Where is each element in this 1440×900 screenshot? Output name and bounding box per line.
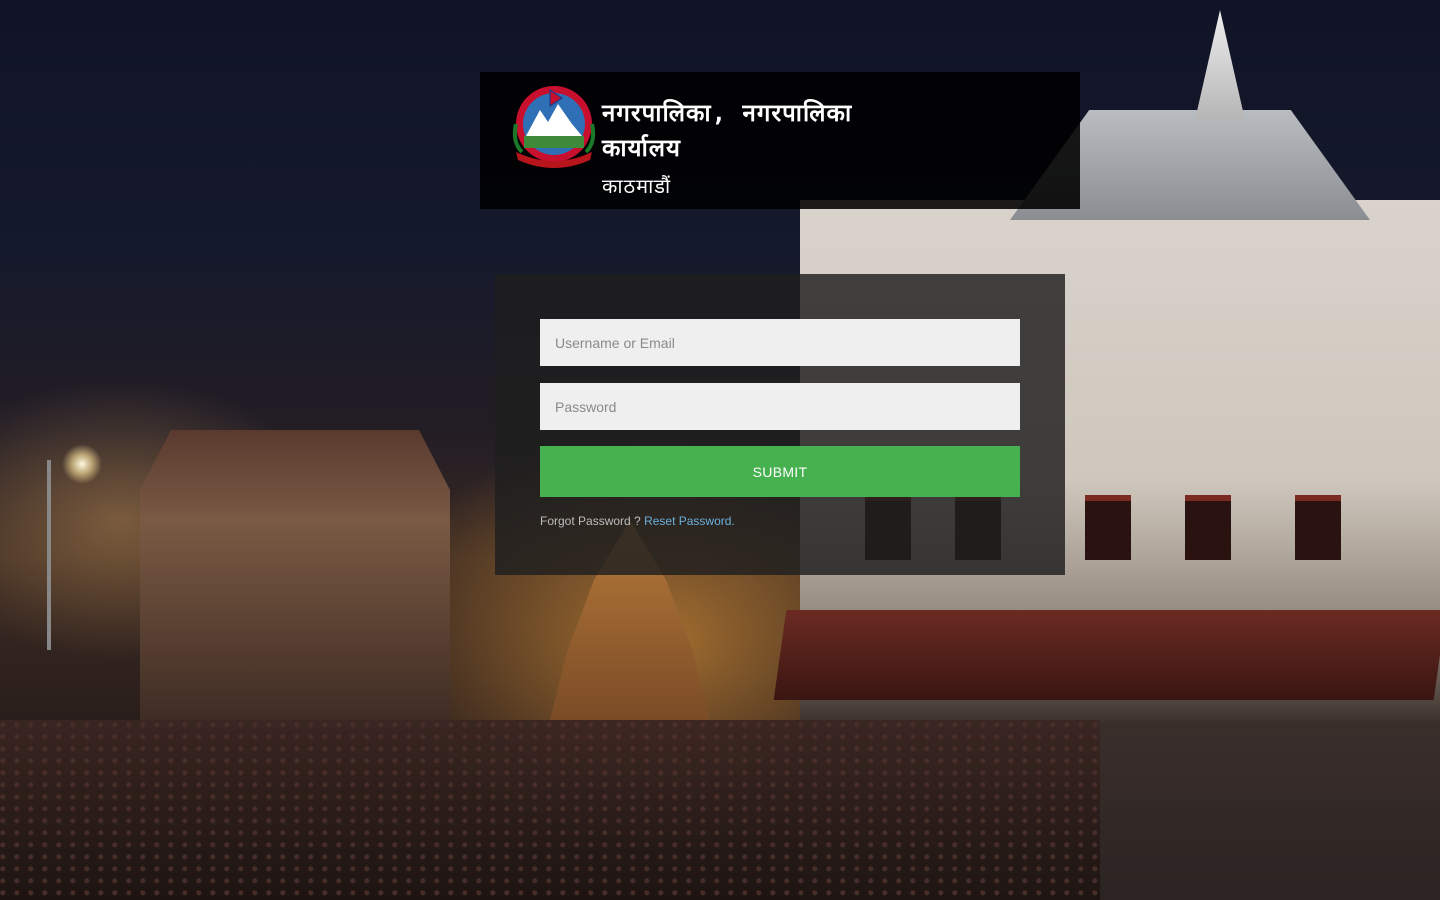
submit-button[interactable]: SUBMIT xyxy=(540,446,1020,497)
organization-location: काठमाडौं xyxy=(602,174,672,198)
bg-lamp-pole xyxy=(47,460,51,650)
login-panel: SUBMIT Forgot Password ? Reset Password. xyxy=(495,274,1065,575)
nepal-emblem-icon xyxy=(512,86,596,168)
reset-password-link[interactable]: Reset Password. xyxy=(644,514,735,528)
forgot-password-row: Forgot Password ? Reset Password. xyxy=(540,514,1020,528)
bg-temple-spire xyxy=(1195,10,1245,120)
bg-left-building xyxy=(140,430,450,730)
bg-lower-roof xyxy=(773,610,1440,700)
header-text-block: नगरपालिका, नगरपालिका कार्यालय काठमाडौं xyxy=(602,84,902,199)
bg-lamp-light xyxy=(62,444,102,484)
password-input[interactable] xyxy=(540,383,1020,430)
forgot-password-text: Forgot Password ? xyxy=(540,514,641,528)
username-input[interactable] xyxy=(540,319,1020,366)
organization-title: नगरपालिका, नगरपालिका कार्यालय xyxy=(602,99,853,162)
header-panel: नगरपालिका, नगरपालिका कार्यालय काठमाडौं xyxy=(480,72,1080,209)
bg-crowd xyxy=(0,720,1100,900)
